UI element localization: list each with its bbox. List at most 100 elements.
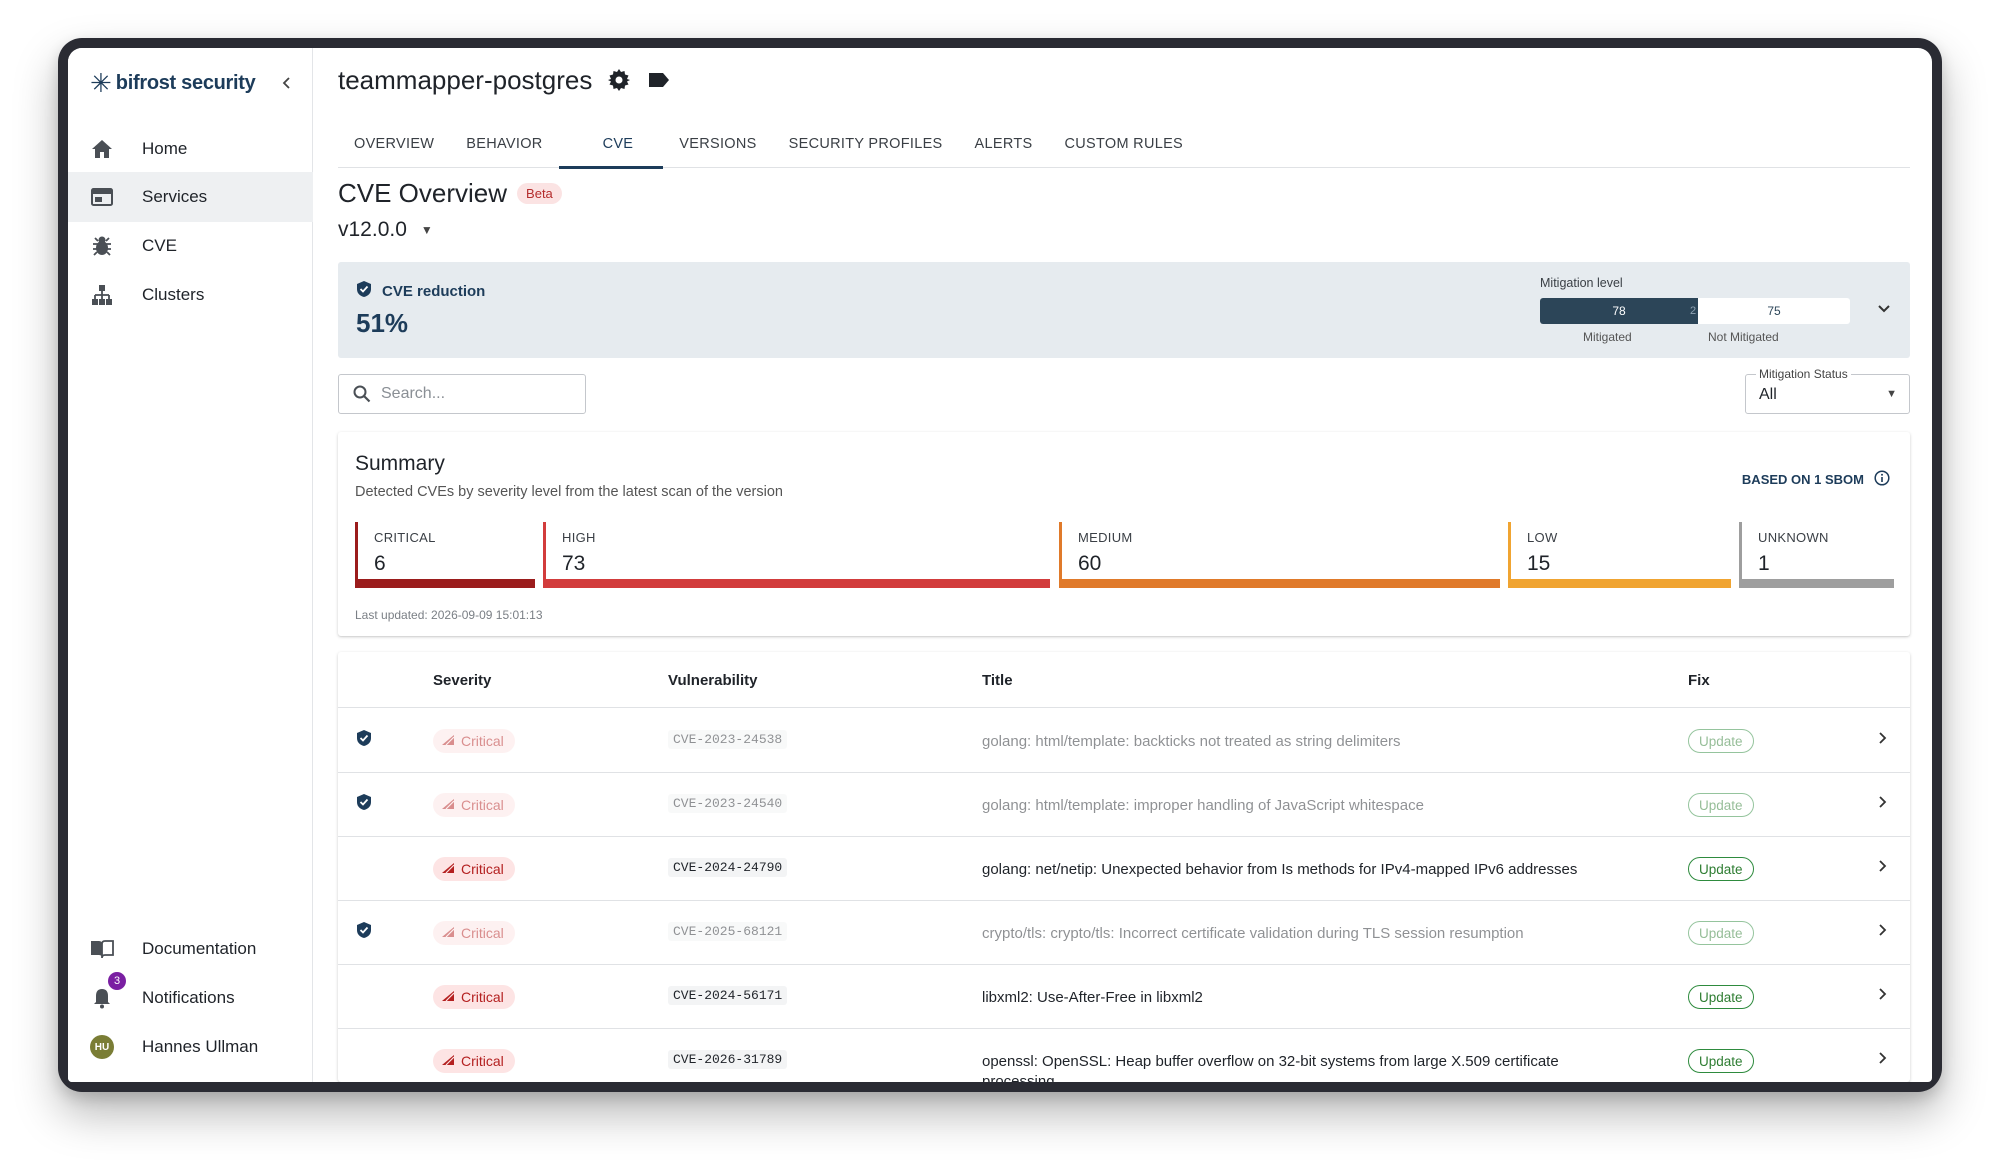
chevron-right-icon[interactable] (1876, 921, 1888, 942)
app-window: ✳ bifrost security Home Services CVE Clu… (68, 48, 1932, 1082)
chevron-right-icon[interactable] (1876, 985, 1888, 1006)
shield-check-icon (356, 280, 372, 302)
chevron-right-icon[interactable] (1876, 857, 1888, 878)
cve-id: CVE-2023-24538 (668, 730, 788, 749)
table-row[interactable]: Critical CVE-2025-68121 crypto/tls: crypto… (338, 901, 1910, 965)
fix-chip[interactable]: Update (1688, 857, 1754, 881)
tab-cve[interactable]: CVE (558, 120, 664, 169)
table-row[interactable]: Critical CVE-2024-56171 libxml2: Use-After… (338, 965, 1910, 1029)
user-name: Hannes Ullman (142, 1037, 259, 1056)
search-field[interactable] (338, 374, 586, 414)
cve-id: CVE-2025-68121 (668, 922, 788, 941)
cve-table: Severity Vulnerability Title Fix Critica… (338, 652, 1910, 1082)
sbom-link[interactable]: BASED ON 1 SBOM (1742, 470, 1890, 489)
sidebar-item-label: Documentation (142, 939, 257, 958)
sidebar-item-notifications[interactable]: 3 Notifications (68, 972, 313, 1023)
bug-icon (90, 234, 114, 258)
chevron-right-icon[interactable] (1876, 729, 1888, 750)
severity-chip: Critical (433, 857, 515, 881)
severity-chip: Critical (433, 985, 515, 1009)
fix-chip[interactable]: Update (1688, 729, 1754, 753)
severity-low[interactable]: LOW 15 (1508, 522, 1731, 588)
bifrost-logo-icon: ✳ (90, 68, 112, 98)
sidebar-item-user[interactable]: HU Hannes Ullman (68, 1022, 313, 1072)
severity-critical-icon (441, 733, 455, 749)
mitigated-label: Mitigated (1583, 330, 1632, 344)
severity-count: 60 (1078, 552, 1102, 575)
column-header-severity[interactable]: Severity (433, 672, 491, 689)
severity-critical-icon (441, 1053, 455, 1069)
cve-reduction-label: CVE reduction (382, 282, 486, 300)
not-mitigated-count: 75 (1767, 304, 1781, 318)
severity-name: HIGH (562, 530, 596, 545)
chevron-down-icon (1878, 305, 1890, 313)
severity-critical[interactable]: CRITICAL 6 (355, 522, 535, 588)
mitigation-level-title: Mitigation level (1540, 276, 1623, 290)
severity-chip: Critical (433, 921, 515, 945)
sidebar-item-services[interactable]: Services (68, 172, 313, 222)
severity-critical-icon (441, 989, 455, 1005)
cve-id: CVE-2024-24790 (668, 858, 788, 877)
severity-bar (1739, 579, 1894, 588)
device-frame: ✳ bifrost security Home Services CVE Clu… (58, 38, 1942, 1092)
severity-medium[interactable]: MEDIUM 60 (1059, 522, 1500, 588)
cve-reduction-panel: CVE reduction 51% Mitigation level 78 2 … (338, 262, 1910, 358)
cve-title: golang: net/netip: Unexpected behavior f… (982, 861, 1578, 878)
table-row[interactable]: Critical CVE-2026-31789 openssl: OpenSSL: … (338, 1029, 1910, 1082)
table-row[interactable]: Critical CVE-2024-24790 golang: net/netip:… (338, 837, 1910, 901)
brand-logo[interactable]: ✳ bifrost security (90, 66, 300, 100)
column-header-vulnerability[interactable]: Vulnerability (668, 672, 757, 689)
caret-down-icon: ▼ (420, 223, 433, 237)
search-input[interactable] (381, 385, 571, 403)
mitigation-status-label: Mitigation Status (1756, 367, 1851, 381)
sidebar-item-label: Notifications (142, 988, 235, 1007)
severity-unknown[interactable]: UNKNOWN 1 (1739, 522, 1894, 588)
fix-chip[interactable]: Update (1688, 985, 1754, 1009)
collapse-sidebar-button[interactable] (274, 70, 300, 96)
severity-high[interactable]: HIGH 73 (543, 522, 1050, 588)
severity-bar (1059, 579, 1500, 588)
sidebar-item-cve[interactable]: CVE (68, 221, 313, 271)
sidebar-item-clusters[interactable]: Clusters (68, 270, 313, 320)
not-mitigated-label: Not Mitigated (1708, 330, 1779, 344)
mitigation-level-bar: 78 2 75 (1540, 298, 1850, 324)
settings-button[interactable] (606, 67, 632, 93)
tab-behavior[interactable]: BEHAVIOR (450, 120, 558, 168)
column-header-title[interactable]: Title (982, 672, 1013, 689)
severity-name: CRITICAL (374, 530, 436, 545)
chevron-right-icon[interactable] (1876, 1049, 1888, 1070)
main-content: teammapper-postgres OVERVIEW BEHAVIOR CV… (338, 48, 1910, 1082)
tab-custom-rules[interactable]: CUSTOM RULES (1048, 120, 1199, 168)
expand-reduction-button[interactable] (1876, 300, 1892, 321)
sidebar-item-documentation[interactable]: Documentation (68, 924, 313, 974)
tab-overview[interactable]: OVERVIEW (338, 120, 450, 168)
info-icon (1874, 470, 1890, 489)
sbom-text: BASED ON 1 SBOM (1741, 472, 1864, 487)
sidebar-item-home[interactable]: Home (68, 124, 313, 174)
severity-bar (543, 579, 1050, 588)
fix-chip[interactable]: Update (1688, 1049, 1754, 1073)
severity-critical-icon (441, 797, 455, 813)
table-row[interactable]: Critical CVE-2023-24540 golang: html/templ… (338, 773, 1910, 837)
cve-title: crypto/tls: crypto/tls: Incorrect certif… (982, 925, 1524, 942)
beta-badge: Beta (517, 183, 562, 204)
fix-chip[interactable]: Update (1688, 921, 1754, 945)
column-header-fix[interactable]: Fix (1688, 672, 1710, 689)
tab-alerts[interactable]: ALERTS (959, 120, 1049, 168)
severity-bar (355, 579, 535, 588)
mitigation-status-select[interactable]: Mitigation Status All ▼ (1745, 367, 1910, 414)
table-row[interactable]: Critical CVE-2023-24538 golang: html/templ… (338, 709, 1910, 773)
summary-title: Summary (355, 452, 445, 475)
clusters-icon (90, 283, 114, 307)
mitigated-segment: 78 2 (1540, 298, 1699, 324)
tags-button[interactable] (646, 67, 672, 93)
summary-card: Summary Detected CVEs by severity level … (338, 432, 1910, 636)
tab-versions[interactable]: VERSIONS (663, 120, 772, 168)
fix-chip[interactable]: Update (1688, 793, 1754, 817)
tab-security-profiles[interactable]: SECURITY PROFILES (773, 120, 959, 168)
chevron-right-icon[interactable] (1876, 793, 1888, 814)
mitigated-shield-icon (356, 793, 372, 816)
not-mitigated-segment: 75 (1698, 298, 1850, 324)
version-selector[interactable]: v12.0.0 ▼ (338, 218, 433, 242)
severity-chip-label: Critical (461, 733, 504, 749)
